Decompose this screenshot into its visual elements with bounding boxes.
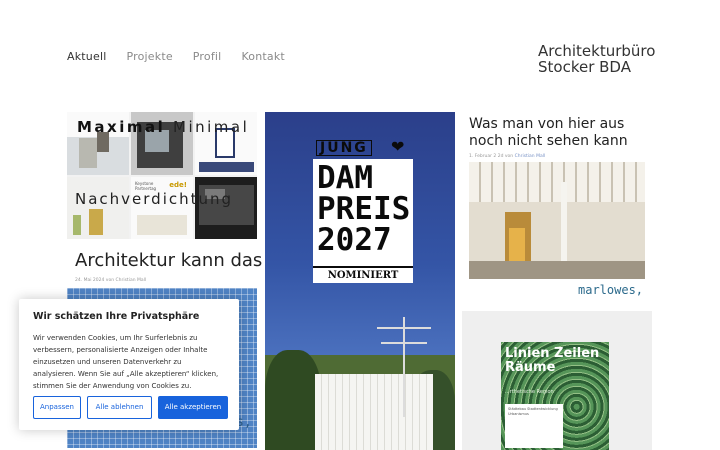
- tree-left: [265, 350, 321, 450]
- antenna-bar: [381, 342, 427, 344]
- nav-item-aktuell[interactable]: Aktuell: [67, 50, 106, 63]
- main-nav: Aktuell Projekte Profil Kontakt: [67, 50, 285, 63]
- book-cover: Linien Zeilen Räume ...rthetische Region…: [501, 342, 609, 450]
- post-meta-date: 1. Februar 2 2d von: [469, 154, 514, 159]
- post-image-dam-preis[interactable]: JUNG ❤ DAM PREIS 2027 NOMINIERT: [265, 112, 455, 450]
- jung-logo: JUNG: [316, 140, 372, 156]
- brand-line-1: Architekturbüro: [538, 42, 656, 60]
- book-title: Linien Zeilen Räume: [505, 346, 600, 375]
- room-floor: [469, 261, 645, 279]
- image-heading-light: Minimal: [173, 118, 250, 136]
- post-title-architektur[interactable]: Architektur kann das: [75, 250, 262, 271]
- badge-line: DAM: [317, 160, 373, 196]
- nav-item-projekte[interactable]: Projekte: [126, 50, 172, 63]
- antenna-mast: [403, 317, 405, 417]
- cookie-text: Wir verwenden Cookies, um Ihr Surferlebn…: [33, 334, 219, 390]
- room-ceiling: [469, 162, 645, 202]
- post-image-interior[interactable]: [469, 162, 645, 279]
- nav-item-profil[interactable]: Profil: [193, 50, 222, 63]
- marlowes-logo[interactable]: marlowes,: [578, 283, 643, 297]
- post-image-maximal-minimal[interactable]: Keystone Partnertag ede! Maximal Minimal…: [67, 112, 257, 239]
- image-heading: Maximal Minimal: [77, 118, 249, 136]
- nav-item-kontakt[interactable]: Kontakt: [241, 50, 285, 63]
- room-wall: [469, 202, 645, 262]
- post-meta: 24. Mai 2024 von Christian Mall: [75, 278, 147, 283]
- collage-tag: ede!: [169, 180, 187, 189]
- collage-small-text: Keystone Partnertag: [135, 180, 157, 191]
- dam-preis-badge: DAM PREIS 2027: [313, 159, 413, 279]
- cookie-banner: Wir schätzen Ihre Privatsphäre Wir verwe…: [19, 299, 239, 430]
- heart-icon: ❤: [391, 137, 405, 156]
- post-author-link[interactable]: Christian Mall: [515, 154, 546, 159]
- post-meta: 1. Februar 2 2d von Christian Mall: [469, 154, 545, 159]
- cookie-title: Wir schätzen Ihre Privatsphäre: [33, 311, 200, 322]
- cookie-buttons: Anpassen Alle ablehnen Alle akzeptieren: [33, 396, 228, 419]
- brand-line-2: Stocker BDA: [538, 58, 631, 76]
- badge-line: PREIS: [317, 191, 411, 227]
- accept-all-button[interactable]: Alle akzeptieren: [158, 396, 228, 419]
- antenna-bar: [377, 327, 431, 329]
- book-subtitle: ...rthetische Region: [505, 389, 554, 395]
- nominated-label: NOMINIERT: [313, 266, 413, 283]
- image-heading-bold: Maximal: [77, 118, 166, 136]
- reject-all-button[interactable]: Alle ablehnen: [87, 396, 152, 419]
- book-label: Städtebau Stadtentwicklung Urbanismus: [505, 404, 563, 448]
- post-title-was-man[interactable]: Was man von hier aus noch nicht sehen ka…: [469, 116, 659, 150]
- image-subheading: Nachverdichtung: [75, 190, 234, 208]
- badge-line: 2027: [317, 222, 392, 258]
- house-facade: [315, 374, 433, 450]
- customize-button[interactable]: Anpassen: [33, 396, 81, 419]
- site-logo[interactable]: Architekturbüro Stocker BDA: [538, 43, 655, 75]
